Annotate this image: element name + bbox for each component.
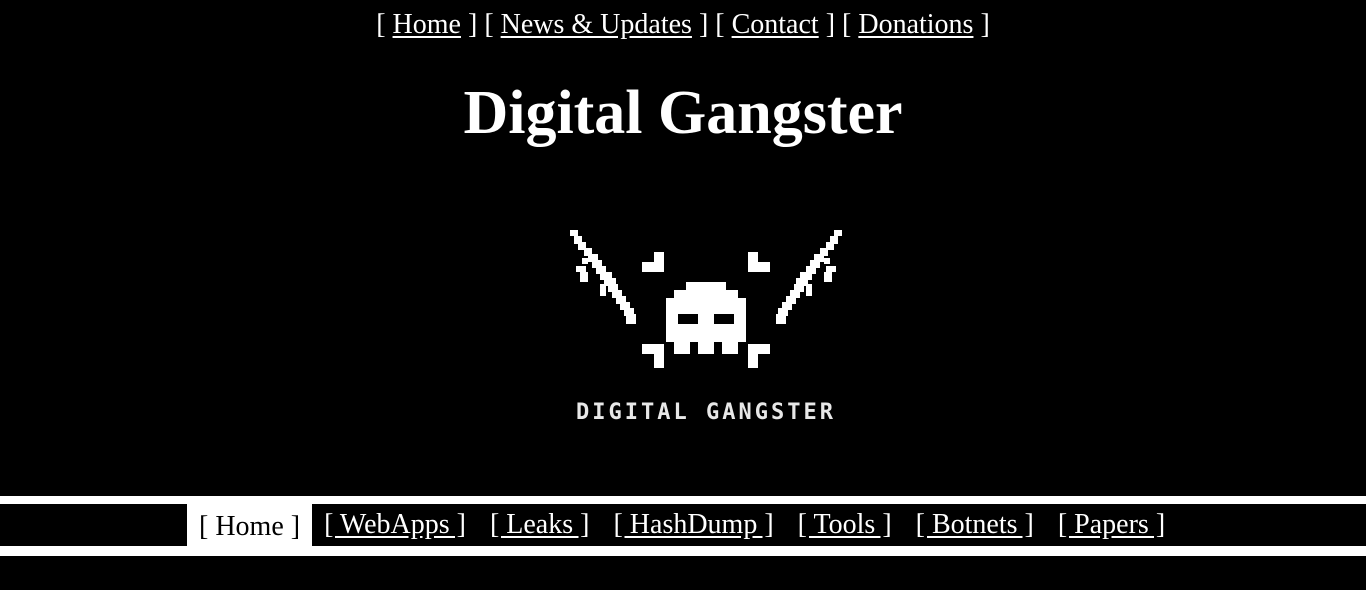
nav-link-donations[interactable]: Donations <box>858 9 973 40</box>
nav-close-bracket: ] <box>698 9 709 40</box>
main-menu-bar-inner: [ Home ] [ WebApps ] [ Leaks ] [ HashDum… <box>0 504 1366 554</box>
menu-item-botnets[interactable]: [ Botnets ] <box>904 504 1046 546</box>
menu-item-home[interactable]: [ Home ] <box>187 504 313 554</box>
nav-link-home[interactable]: Home <box>393 9 461 40</box>
page-title: Digital Gangster <box>463 79 903 147</box>
site-logo: DIGITAL GANGSTER <box>560 222 852 434</box>
menu-item-leaks[interactable]: [ Leaks ] <box>478 504 602 546</box>
nav-close-bracket: ] <box>467 9 478 40</box>
menu-item-papers[interactable]: [ Papers ] <box>1046 504 1177 546</box>
menu-item-tools[interactable]: [ Tools ] <box>786 504 904 546</box>
nav-close-bracket: ] <box>825 9 836 40</box>
nav-link-contact[interactable]: Contact <box>732 9 819 40</box>
menu-item-webapps[interactable]: [ WebApps ] <box>312 504 478 546</box>
menu-item-hashdump[interactable]: [ HashDump ] <box>601 504 785 546</box>
nav-open-bracket: [ <box>715 9 725 40</box>
nav-open-bracket: [ <box>842 9 852 40</box>
logo-text: DIGITAL GANGSTER <box>576 400 836 425</box>
nav-close-bracket: ] <box>980 9 990 40</box>
top-nav: [ Home ] [ News & Updates ] [ Contact ] … <box>0 6 1366 44</box>
nav-open-bracket: [ <box>376 9 386 40</box>
main-menu: [ Home ] [ WebApps ] [ Leaks ] [ HashDum… <box>187 504 1177 554</box>
nav-open-bracket: [ <box>484 9 494 40</box>
skull-with-rifles-icon <box>570 230 842 368</box>
nav-link-news-updates[interactable]: News & Updates <box>501 9 692 40</box>
main-menu-bar: [ Home ] [ WebApps ] [ Leaks ] [ HashDum… <box>0 496 1366 556</box>
